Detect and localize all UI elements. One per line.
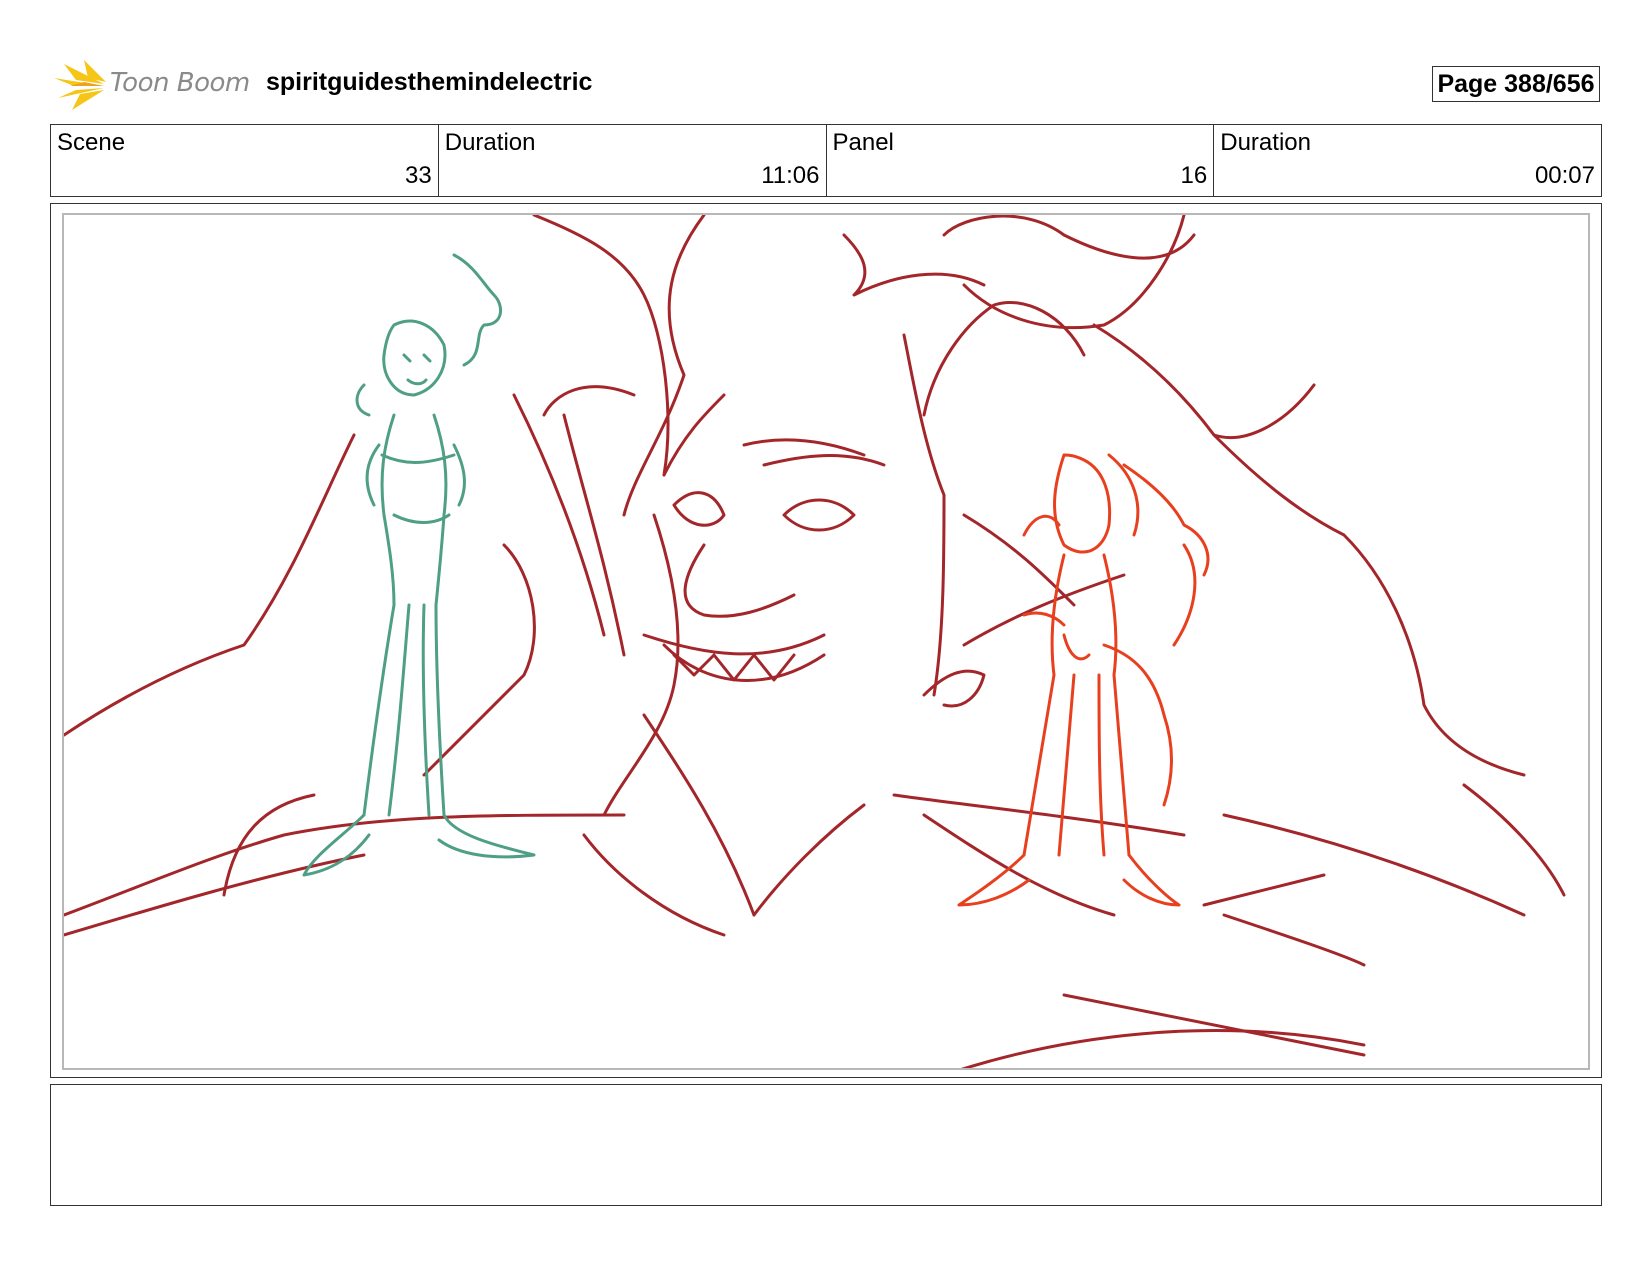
panel-image-frame bbox=[50, 203, 1602, 1078]
panel-cell: Panel 16 bbox=[827, 125, 1215, 196]
storyboard-info-table: Scene 33 Duration 11:06 Panel 16 Duratio… bbox=[50, 124, 1602, 197]
toon-boom-logo: Toon Boom bbox=[54, 58, 254, 112]
storyboard-sketch bbox=[64, 215, 1566, 1068]
panel-label: Panel bbox=[832, 129, 894, 156]
scene-label: Scene bbox=[57, 129, 126, 156]
project-title: spiritguidesthemindelectric bbox=[266, 68, 593, 96]
right-character-sketch bbox=[957, 453, 1210, 907]
scene-duration-cell: Duration 11:06 bbox=[439, 125, 827, 196]
panel-duration-value: 00:07 bbox=[1534, 162, 1595, 189]
demon-sketch bbox=[64, 215, 1566, 1068]
panel-value: 16 bbox=[1180, 162, 1208, 189]
scene-duration-label: Duration bbox=[444, 129, 536, 156]
panel-duration-cell: Duration 00:07 bbox=[1214, 125, 1601, 196]
panel-notes-box bbox=[50, 1084, 1602, 1206]
scene-value: 33 bbox=[405, 162, 432, 189]
left-character-sketch bbox=[302, 253, 536, 877]
starburst-icon bbox=[54, 60, 106, 110]
scene-duration-value: 11:06 bbox=[761, 162, 820, 189]
panel-safe-area bbox=[62, 213, 1590, 1070]
logo-wordmark: Toon Boom bbox=[110, 68, 250, 98]
page-indicator: Page 388/656 bbox=[1432, 66, 1600, 102]
scene-cell: Scene 33 bbox=[51, 125, 439, 196]
panel-duration-label: Duration bbox=[1220, 129, 1311, 156]
